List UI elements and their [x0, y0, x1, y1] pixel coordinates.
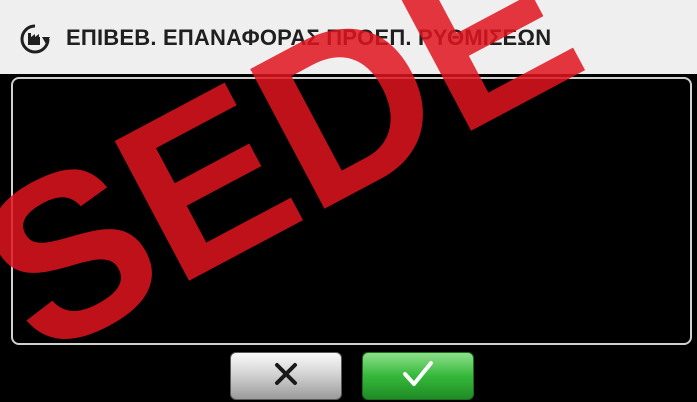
- close-icon: [272, 360, 300, 393]
- confirm-button[interactable]: [362, 352, 474, 400]
- dialog-title: ΕΠΙΒΕΒ. ΕΠΑΝΑΦΟΡΑΣ ΠΡΟΕΠ. ΡΥΘΜΙΣΕΩΝ: [66, 25, 552, 50]
- cancel-button[interactable]: [230, 352, 342, 400]
- factory-reset-icon: [19, 23, 51, 55]
- dialog-content-panel: [11, 77, 692, 345]
- checkmark-icon: [400, 359, 436, 394]
- dialog-header: ΕΠΙΒΕΒ. ΕΠΑΝΑΦΟΡΑΣ ΠΡΟΕΠ. ΡΥΘΜΙΣΕΩΝ: [0, 0, 697, 74]
